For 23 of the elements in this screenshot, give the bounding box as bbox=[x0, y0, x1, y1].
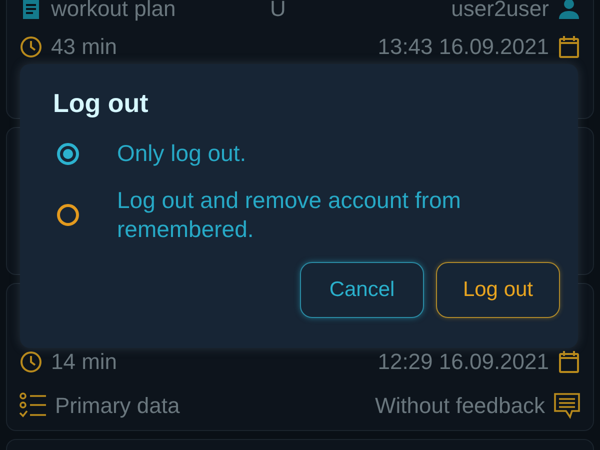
row-text: workout plan bbox=[51, 0, 176, 22]
clock-icon bbox=[19, 350, 43, 374]
radio-button[interactable] bbox=[57, 204, 79, 226]
radio-button[interactable] bbox=[57, 142, 79, 164]
row-text: Primary data bbox=[55, 393, 180, 419]
calendar-icon bbox=[557, 34, 581, 60]
option-label: Log out and remove account from remembered. bbox=[117, 186, 462, 244]
row-text: 12:29 16.09.2021 bbox=[378, 349, 549, 375]
row-text: 13:43 16.09.2021 bbox=[378, 34, 549, 60]
row-text: 14 min bbox=[51, 349, 118, 375]
dialog-title: Log out bbox=[53, 88, 150, 119]
cancel-button[interactable]: Cancel bbox=[300, 262, 424, 318]
chat-bubble-icon bbox=[553, 392, 581, 420]
row-text: user2user bbox=[451, 0, 549, 22]
option-label: Only log out. bbox=[117, 139, 246, 168]
row-text: U bbox=[270, 0, 286, 22]
row-text: Without feedback bbox=[375, 393, 545, 419]
checklist-icon bbox=[19, 392, 47, 420]
clock-icon bbox=[19, 35, 43, 59]
calendar-icon bbox=[557, 349, 581, 375]
row-text: 43 min bbox=[51, 34, 118, 60]
log-out-button[interactable]: Log out bbox=[436, 262, 560, 318]
person-icon bbox=[557, 0, 581, 21]
